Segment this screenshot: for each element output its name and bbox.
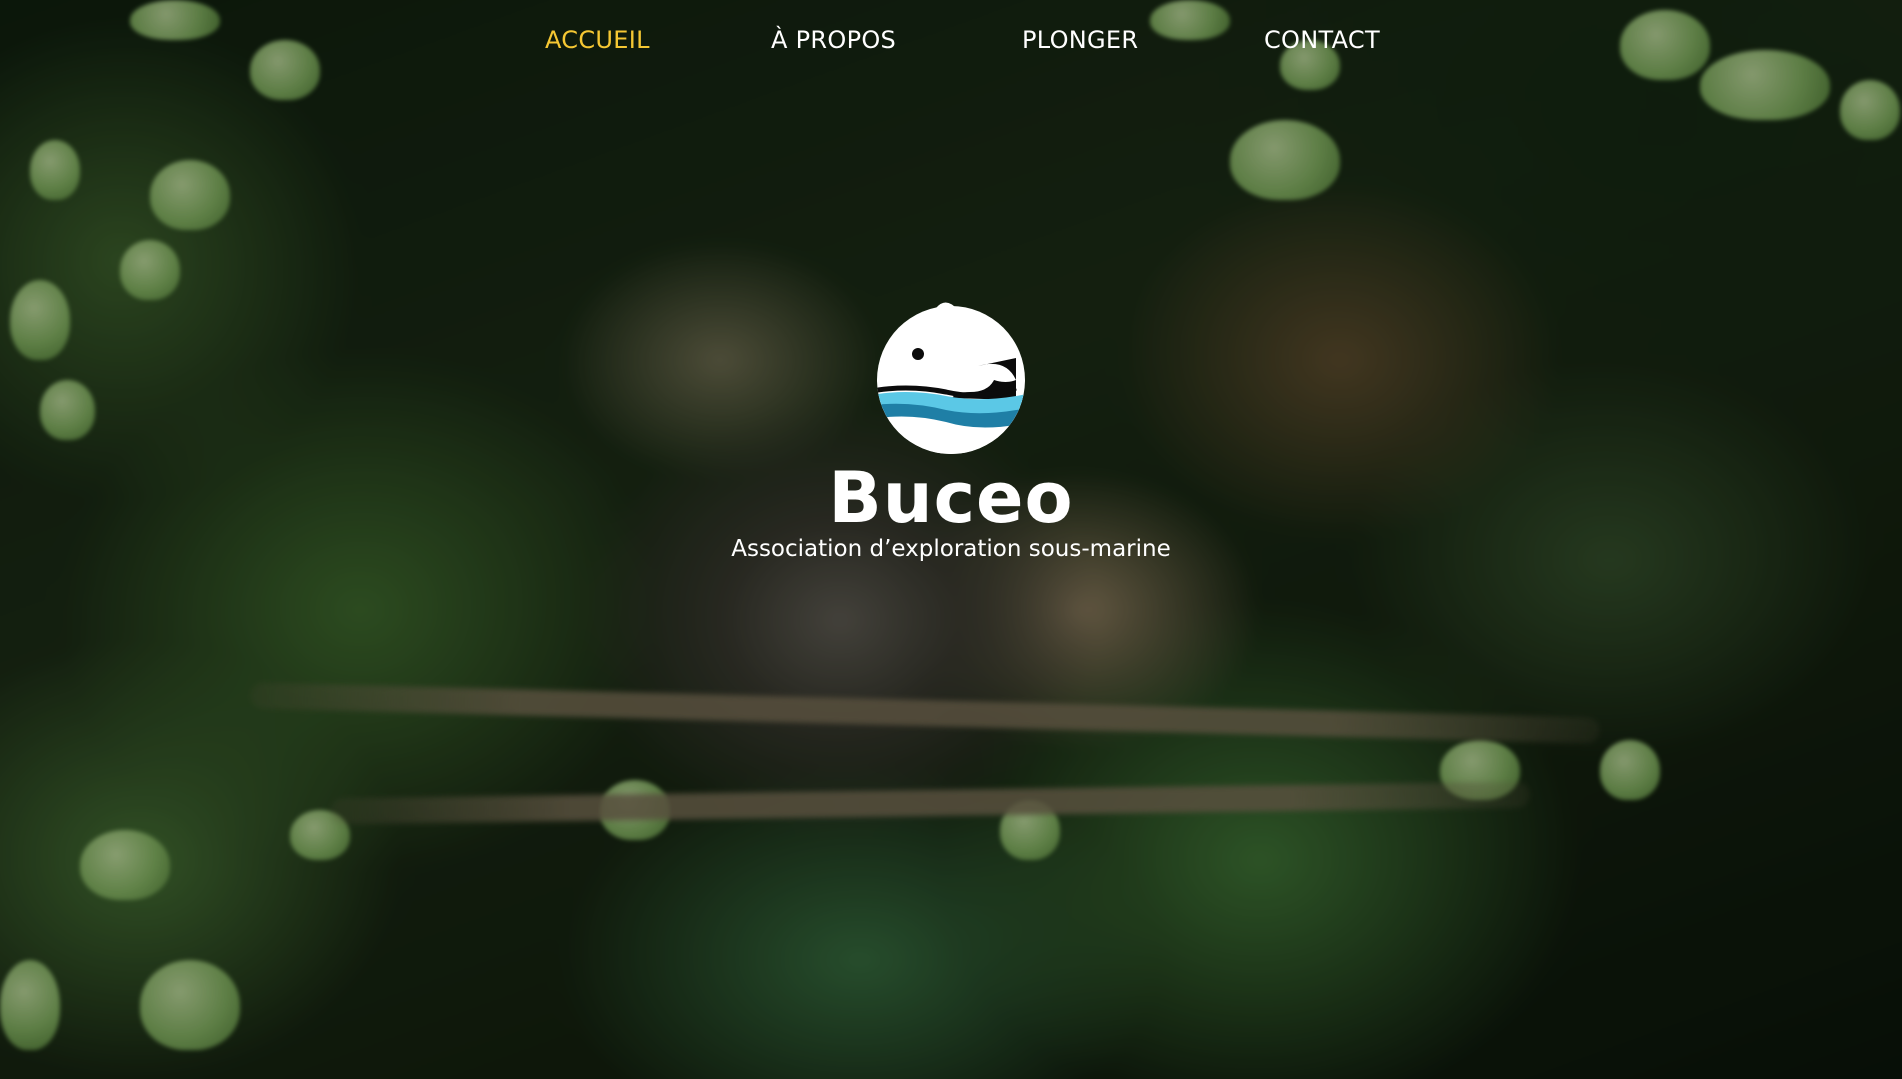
brand-tagline: Association d’exploration sous-marine [731, 536, 1171, 562]
nav-item-plonger[interactable]: PLONGER [1022, 26, 1138, 54]
brand-name: Buceo [828, 457, 1074, 539]
main-navigation: ACCUEIL À PROPOS PLONGER CONTACT [0, 26, 1902, 66]
nav-item-a-propos[interactable]: À PROPOS [771, 26, 896, 54]
fish-in-water-logo-icon [866, 288, 1036, 458]
hero-section: ACCUEIL À PROPOS PLONGER CONTACT Buceo A… [0, 0, 1902, 1079]
nav-item-accueil[interactable]: ACCUEIL [545, 26, 650, 54]
hero-branding: Buceo Association d’exploration sous-mar… [0, 288, 1902, 564]
nav-item-contact[interactable]: CONTACT [1264, 26, 1380, 54]
